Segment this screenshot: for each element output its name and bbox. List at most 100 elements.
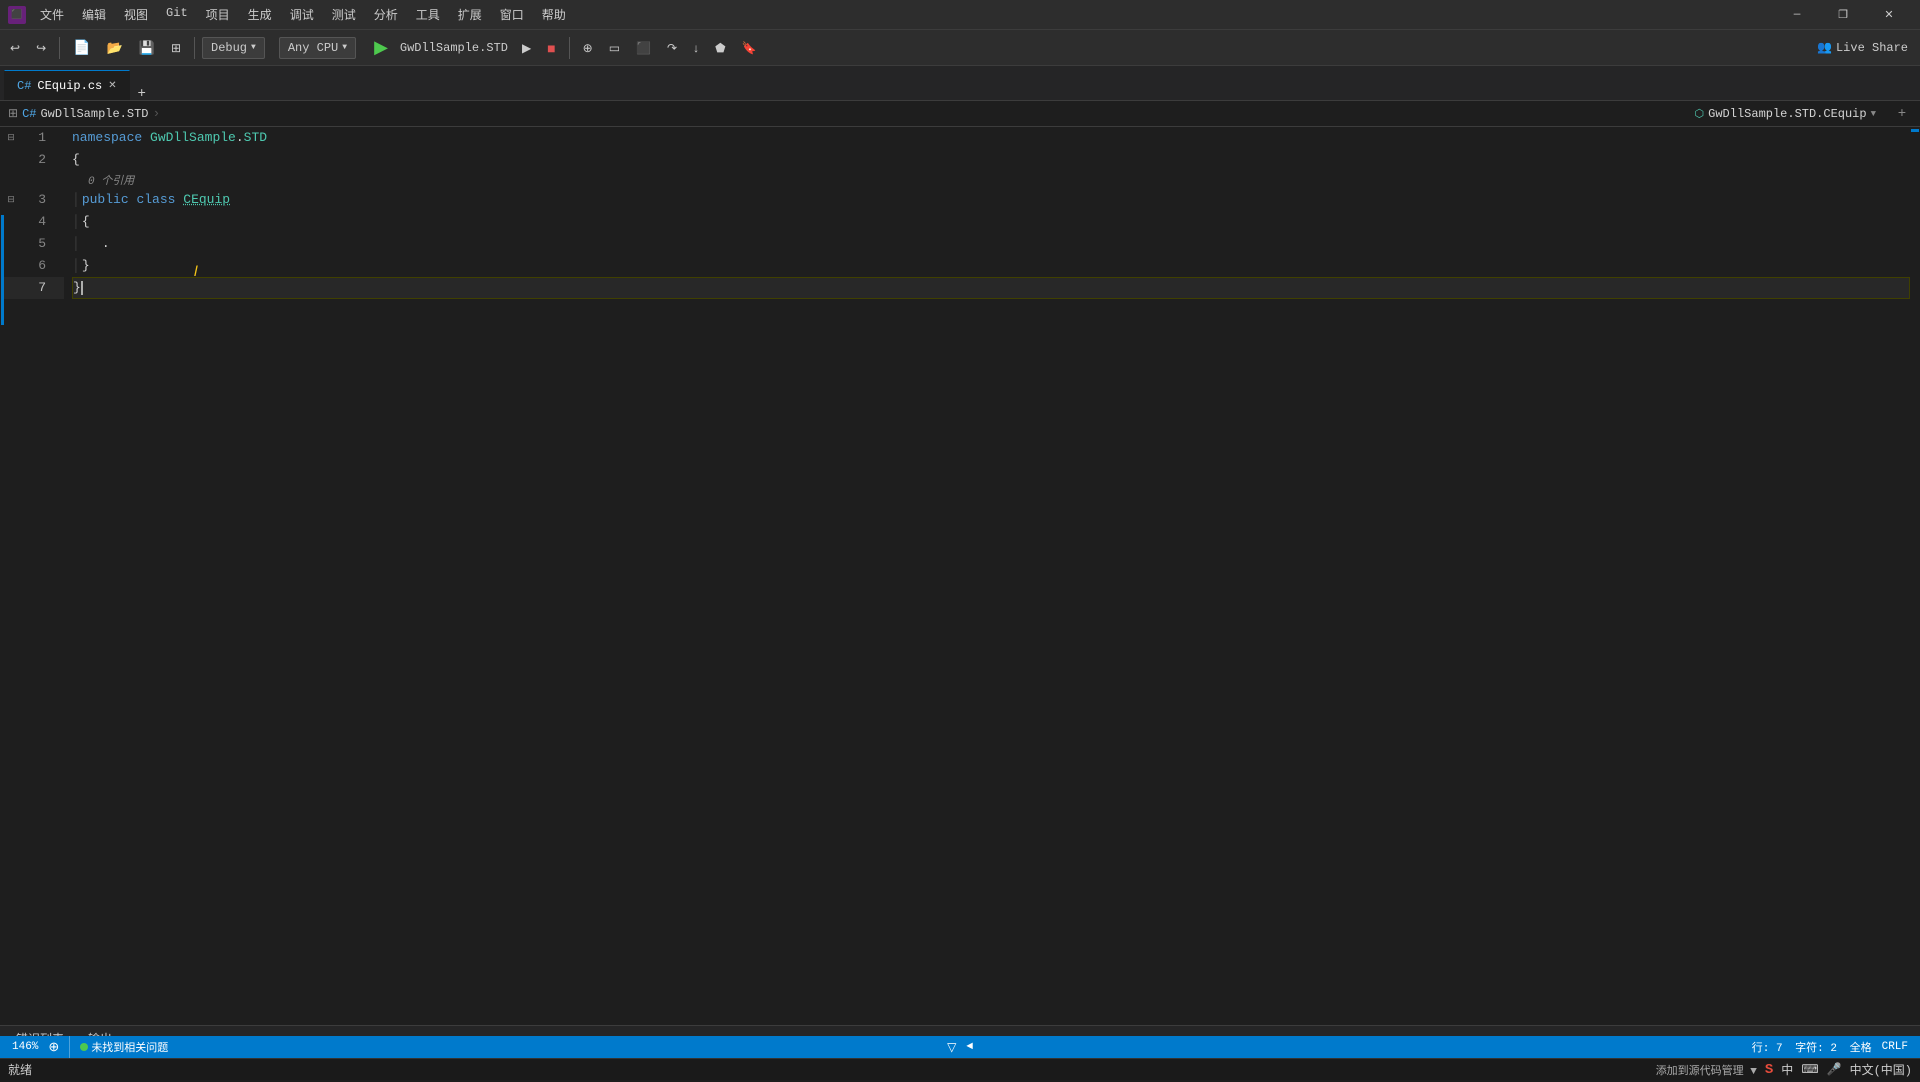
gutter-line-3: ⊟ 3 <box>4 189 64 211</box>
run-button[interactable]: ▶ <box>370 37 392 58</box>
device-button[interactable]: ▭ <box>603 35 626 61</box>
row-col-status[interactable]: 行: 7 字符: 2 全格 <box>1748 1039 1876 1055</box>
maximize-button[interactable]: ❐ <box>1820 0 1866 30</box>
code-refs-label: 0 个引用 <box>88 172 134 188</box>
step-in-button[interactable]: ↓ <box>687 35 705 61</box>
filepath-project[interactable]: GwDllSample.STD <box>40 107 148 121</box>
menu-debug[interactable]: 调试 <box>282 2 322 27</box>
mic-icon[interactable]: 🎤 <box>1827 1062 1842 1077</box>
fold-arrow-refs <box>4 169 18 191</box>
file-icon: C# <box>22 107 36 121</box>
app-icon: ⬛ <box>8 6 26 24</box>
new-tab-button[interactable]: + <box>134 84 150 100</box>
fold-arrow-3[interactable]: ⊟ <box>4 189 18 211</box>
input-method-icon[interactable]: 中 <box>1781 1061 1793 1078</box>
menu-test[interactable]: 测试 <box>324 2 364 27</box>
code-line-4: │ { <box>72 211 1910 233</box>
menu-window[interactable]: 窗口 <box>492 2 532 27</box>
menu-edit[interactable]: 编辑 <box>74 2 114 27</box>
editor-container: ⊟ 1 2 ⊟ 3 4 <box>0 127 1920 1025</box>
filepath-class-label: GwDllSample.STD.CEquip <box>1708 107 1866 121</box>
redo-button[interactable]: ↪ <box>30 35 52 61</box>
zoom-level[interactable]: 146% <box>8 1041 42 1053</box>
live-share-button[interactable]: 👥 Live Share <box>1809 40 1916 55</box>
breakpoints-button[interactable]: ⬟ <box>709 35 731 61</box>
title-bar: ⬛ 文件 编辑 视图 Git 项目 生成 调试 测试 分析 工具 扩展 窗口 帮… <box>0 0 1920 30</box>
window-controls[interactable]: — ❐ ✕ <box>1774 0 1912 30</box>
source-control-label[interactable]: 添加到源代码管理 ▼ <box>1656 1062 1757 1078</box>
tab-cequip[interactable]: C# CEquip.cs ✕ <box>4 70 130 100</box>
save-all-button[interactable]: ⊞ <box>165 35 187 61</box>
scroll-left[interactable]: ◄ <box>962 1041 977 1053</box>
separator-1 <box>59 37 60 59</box>
menu-view[interactable]: 视图 <box>116 2 156 27</box>
taskbar-left: 就绪 <box>8 1061 32 1078</box>
code-line-6: │ } <box>72 255 1910 277</box>
gutter-line-2: 2 <box>4 149 64 171</box>
issues-dot <box>80 1043 88 1051</box>
no-issues-status[interactable]: 未找到相关问题 <box>76 1039 172 1055</box>
step-over-button[interactable]: ↷ <box>661 35 683 61</box>
code-editor[interactable]: namespace GwDllSample . STD { 0 个引用 │ pu… <box>64 127 1910 1025</box>
menu-git[interactable]: Git <box>158 2 196 27</box>
close-button[interactable]: ✕ <box>1866 0 1912 30</box>
debug-config-arrow: ▼ <box>251 43 256 52</box>
zoom-in-button[interactable]: ⊕ <box>44 1040 63 1055</box>
filepath-class-icon: ⬡ <box>1695 107 1705 121</box>
kw-class: class <box>136 189 175 211</box>
kw-namespace: namespace <box>72 127 142 149</box>
tab-bar: C# CEquip.cs ✕ + <box>0 66 1920 101</box>
code-line-2: { <box>72 149 1910 171</box>
menu-tools[interactable]: 工具 <box>408 2 448 27</box>
run-debug-button[interactable]: ▶ <box>516 35 537 61</box>
language-label[interactable]: 中文(中国) <box>1850 1061 1912 1078</box>
toolbar: ↩ ↪ 📄 📂 💾 ⊞ Debug ▼ Any CPU ▼ ▶ GwDllSam… <box>0 30 1920 66</box>
menu-extensions[interactable]: 扩展 <box>450 2 490 27</box>
class-name: CEquip <box>183 189 230 211</box>
bookmarks-button[interactable]: 🔖 <box>736 35 763 61</box>
menu-build[interactable]: 生成 <box>240 2 280 27</box>
status-bar: 146% ⊕ 未找到相关问题 ▽ ◄ 行: 7 字符: 2 全格 CRLF <box>0 1036 1920 1058</box>
tab-file-icon: C# <box>17 79 31 93</box>
minimize-button[interactable]: — <box>1774 0 1820 30</box>
gutter-line-6: 6 <box>4 255 64 277</box>
attach-button[interactable]: ⊕ <box>577 35 599 61</box>
fold-arrow-1[interactable]: ⊟ <box>4 127 18 149</box>
kw-public: public <box>82 189 129 211</box>
open-button[interactable]: 📂 <box>101 35 129 61</box>
debug-config-dropdown[interactable]: Debug ▼ <box>202 37 265 59</box>
menu-analyze[interactable]: 分析 <box>366 2 406 27</box>
new-project-button[interactable]: 📄 <box>67 35 96 61</box>
expand-left-icon[interactable]: ⊞ <box>8 106 18 121</box>
stop-button[interactable]: ■ <box>541 35 561 61</box>
code-refs-line: 0 个引用 <box>72 171 1910 189</box>
minimap <box>1910 127 1920 1025</box>
filepath-bar: ⊞ C# GwDllSample.STD › ⬡ GwDllSample.STD… <box>0 101 1920 127</box>
vertical-scrollbar[interactable] <box>1910 127 1920 1025</box>
gutter-line-5: 5 <box>4 233 64 255</box>
undo-button[interactable]: ↩ <box>4 35 26 61</box>
status-sep-1 <box>69 1036 70 1058</box>
encoding-status[interactable]: CRLF <box>1878 1041 1912 1053</box>
menu-project[interactable]: 项目 <box>198 2 238 27</box>
expand-right-button[interactable]: + <box>1892 104 1912 124</box>
code-line-7-active: } <box>72 277 1910 299</box>
platform-dropdown[interactable]: Any CPU ▼ <box>279 37 356 59</box>
save-button[interactable]: 💾 <box>133 35 161 61</box>
menu-bar[interactable]: 文件 编辑 视图 Git 项目 生成 调试 测试 分析 工具 扩展 窗口 帮助 <box>32 2 574 27</box>
platform-label: Any CPU <box>288 41 338 55</box>
keyboard-icon[interactable]: ⌨ <box>1801 1062 1818 1077</box>
filter-icon[interactable]: ▽ <box>943 1040 960 1055</box>
tab-close-icon[interactable]: ✕ <box>108 80 116 92</box>
gutter-line-7: 7 <box>4 277 64 299</box>
menu-file[interactable]: 文件 <box>32 2 72 27</box>
line-gutter: ⊟ 1 2 ⊟ 3 4 <box>4 127 64 1025</box>
emulator-button[interactable]: ⬛ <box>630 35 657 61</box>
taskbar: 就绪 添加到源代码管理 ▼ S 中 ⌨ 🎤 中文(中国) <box>0 1058 1920 1080</box>
cursor-indicator: 𝐼 <box>194 265 198 281</box>
menu-help[interactable]: 帮助 <box>534 2 574 27</box>
code-line-5: │ . <box>72 233 1910 255</box>
fold-arrow-6 <box>4 255 18 277</box>
filepath-class-dropdown[interactable]: ⬡ GwDllSample.STD.CEquip ▼ <box>1695 107 1876 121</box>
minimap-indicator <box>1911 129 1919 132</box>
